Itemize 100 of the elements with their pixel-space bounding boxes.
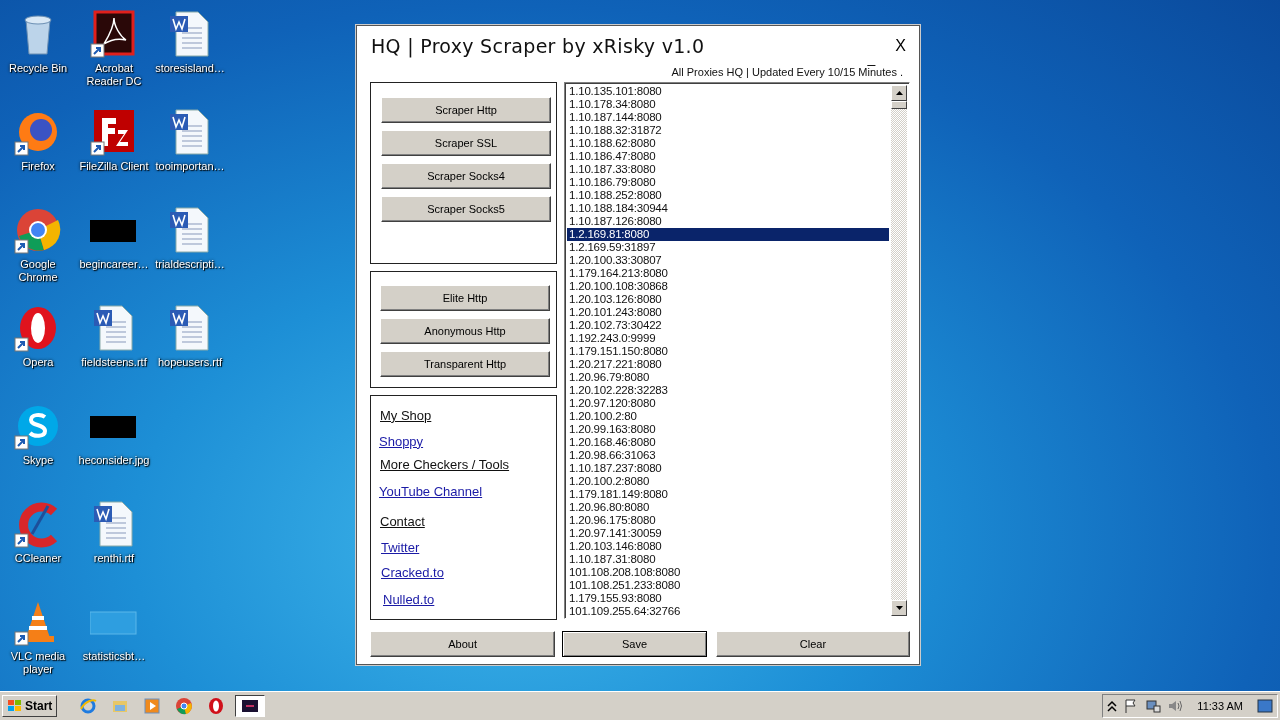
- network-icon[interactable]: [1145, 698, 1162, 714]
- proxy-list-item[interactable]: 101.109.255.64:32766: [567, 605, 889, 618]
- proxy-list-item[interactable]: 1.179.164.213:8080: [567, 267, 889, 280]
- proxy-list-item[interactable]: 1.20.96.79:8080: [567, 371, 889, 384]
- up-arrow-icon: [895, 91, 903, 95]
- clock[interactable]: 11:33 AM: [1197, 700, 1243, 712]
- proxy-list-item[interactable]: 1.10.187.126:8080: [567, 215, 889, 228]
- desktop-icon-label[interactable]: trialdescripti…: [155, 258, 225, 271]
- proxy-type-button[interactable]: Anonymous Http: [380, 318, 550, 345]
- scroll-thumb[interactable]: [891, 101, 907, 109]
- proxy-list-item[interactable]: 1.20.217.221:8080: [567, 358, 889, 371]
- proxy-list-item[interactable]: 1.10.135.101:8080: [567, 85, 889, 98]
- action-button[interactable]: Clear: [715, 631, 910, 657]
- proxy-list-item[interactable]: 101.108.251.233:8080: [567, 579, 889, 592]
- chevron-up-icon[interactable]: [1107, 700, 1118, 712]
- desktop-icon-label[interactable]: tooimportan…: [155, 160, 225, 173]
- section-link[interactable]: Contact: [380, 513, 425, 529]
- proxy-list-item[interactable]: 1.20.97.120:8080: [567, 397, 889, 410]
- scrollbar[interactable]: [891, 85, 907, 616]
- desktop-icon-label[interactable]: Recycle Bin: [8, 62, 68, 75]
- scroll-down-button[interactable]: [891, 600, 907, 616]
- desktop-icon-label[interactable]: Firefox: [21, 160, 55, 173]
- proxy-list-item[interactable]: 1.20.96.175:8080: [567, 514, 889, 527]
- proxy-list-item[interactable]: 1.20.97.141:30059: [567, 527, 889, 540]
- desktop-icon-label[interactable]: Google Chrome: [0, 258, 76, 284]
- scraper-button[interactable]: Scraper SSL: [381, 130, 551, 156]
- desktop-icon-label[interactable]: fieldsteens.rtf: [81, 356, 147, 369]
- proxy-list-item[interactable]: 1.10.187.31:8080: [567, 553, 889, 566]
- desktop-icon-label[interactable]: Acrobat Reader DC: [76, 62, 152, 88]
- section-link[interactable]: My Shop: [380, 407, 432, 423]
- proxy-list-item[interactable]: 1.10.187.33:8080: [567, 163, 889, 176]
- desktop-icon-label[interactable]: statisticsbt…: [82, 650, 146, 663]
- update-note: All Proxies HQ | Updated Every 10/15 Minutes .: [671, 66, 903, 78]
- desktop-icon-label[interactable]: VLC media player: [0, 650, 76, 676]
- window-title: HQ | Proxy Scraper by xRisky v1.0: [370, 35, 706, 57]
- media-icon: [143, 697, 162, 715]
- scroll-up-button[interactable]: [891, 85, 907, 101]
- web-link[interactable]: Cracked.to: [381, 564, 444, 580]
- web-link[interactable]: Twitter: [381, 539, 420, 555]
- start-button[interactable]: Start: [2, 695, 58, 717]
- minimize-button[interactable]: _: [863, 50, 880, 66]
- desktop-icon-label[interactable]: hopeusers.rtf: [157, 356, 223, 369]
- web-link[interactable]: Nulled.to: [383, 591, 435, 607]
- proxy-list-item[interactable]: 1.10.188.252:8080: [567, 189, 889, 202]
- desktop-icon-label[interactable]: begincareer…: [79, 258, 149, 271]
- scraper-button[interactable]: Scraper Http: [381, 97, 551, 123]
- web-link[interactable]: YouTube Channel: [379, 483, 483, 499]
- proxy-list-item[interactable]: 101.108.208.108:8080: [567, 566, 889, 579]
- close-button[interactable]: X: [891, 37, 910, 55]
- proxy-list-item[interactable]: 1.10.187.237:8080: [567, 462, 889, 475]
- desktop-icon-label[interactable]: CCleaner: [14, 552, 62, 565]
- opera-icon: [207, 697, 226, 715]
- proxy-list-item[interactable]: 1.10.187.144:8080: [567, 111, 889, 124]
- scraper-button[interactable]: Scraper Socks5: [381, 196, 551, 222]
- proxy-list-item[interactable]: 1.192.243.0:9999: [567, 332, 889, 345]
- proxy-list-item[interactable]: 1.20.100.2:80: [567, 410, 889, 423]
- proxy-list-item[interactable]: 1.179.181.149:8080: [567, 488, 889, 501]
- desktop-icon-label[interactable]: Opera: [22, 356, 54, 369]
- speaker-icon[interactable]: [1167, 698, 1184, 714]
- desktop-icon-label[interactable]: renthi.rtf: [93, 552, 135, 565]
- desktop-icon-label[interactable]: storesisland…: [155, 62, 225, 75]
- windows-logo-icon: [7, 699, 23, 713]
- app-icon: [241, 697, 260, 715]
- proxy-list-item[interactable]: 1.20.99.163:8080: [567, 423, 889, 436]
- proxy-list-item[interactable]: 1.2.169.59:31897: [567, 241, 889, 254]
- proxy-list-item[interactable]: 1.179.151.150:8080: [567, 345, 889, 358]
- ie-icon: [79, 697, 98, 715]
- proxy-list-item[interactable]: 1.10.178.34:8080: [567, 98, 889, 111]
- down-arrow-icon: [895, 606, 903, 610]
- proxy-list-item[interactable]: 1.10.188.184:30944: [567, 202, 889, 215]
- section-link[interactable]: More Checkers / Tools: [380, 456, 510, 472]
- proxy-list-item[interactable]: 1.10.188.62:8080: [567, 137, 889, 150]
- proxy-list-item[interactable]: 1.20.102.228:32283: [567, 384, 889, 397]
- proxy-list-item[interactable]: 1.20.103.146:8080: [567, 540, 889, 553]
- proxy-list-item[interactable]: 1.20.103.126:8080: [567, 293, 889, 306]
- desktop-icon-label[interactable]: FileZilla Client: [79, 160, 149, 173]
- desktop-icon-label[interactable]: heconsider.jpg: [78, 454, 150, 467]
- proxy-list-item[interactable]: 1.10.188.32:31872: [567, 124, 889, 137]
- proxy-list-item[interactable]: 1.20.100.108:30868: [567, 280, 889, 293]
- web-link[interactable]: Shoppy: [379, 433, 424, 449]
- proxy-type-button[interactable]: Transparent Http: [380, 351, 550, 378]
- taskbar-app-button[interactable]: [235, 695, 266, 717]
- proxy-list-item[interactable]: 1.20.168.46:8080: [567, 436, 889, 449]
- proxy-list-item[interactable]: 1.20.96.80:8080: [567, 501, 889, 514]
- action-button[interactable]: Save: [562, 631, 707, 657]
- proxy-list-item[interactable]: 1.10.186.47:8080: [567, 150, 889, 163]
- proxy-list-item[interactable]: 1.179.155.93:8080: [567, 592, 889, 605]
- proxy-list-item[interactable]: 1.10.186.79:8080: [567, 176, 889, 189]
- scraper-button[interactable]: Scraper Socks4: [381, 163, 551, 189]
- proxy-list-item[interactable]: 1.20.102.73:30422: [567, 319, 889, 332]
- proxy-list-item[interactable]: 1.2.169.81:8080: [567, 228, 889, 241]
- desktop-icon-label[interactable]: Skype: [22, 454, 54, 467]
- proxy-list-item[interactable]: 1.20.100.2:8080: [567, 475, 889, 488]
- chrome-icon: [175, 697, 194, 715]
- proxy-list-item[interactable]: 1.20.100.33:30807: [567, 254, 889, 267]
- action-button[interactable]: About: [370, 631, 556, 657]
- proxy-type-button[interactable]: Elite Http: [380, 285, 550, 312]
- proxy-list-item[interactable]: 1.20.101.243:8080: [567, 306, 889, 319]
- proxy-list[interactable]: [564, 82, 910, 619]
- proxy-list-item[interactable]: 1.20.98.66:31063: [567, 449, 889, 462]
